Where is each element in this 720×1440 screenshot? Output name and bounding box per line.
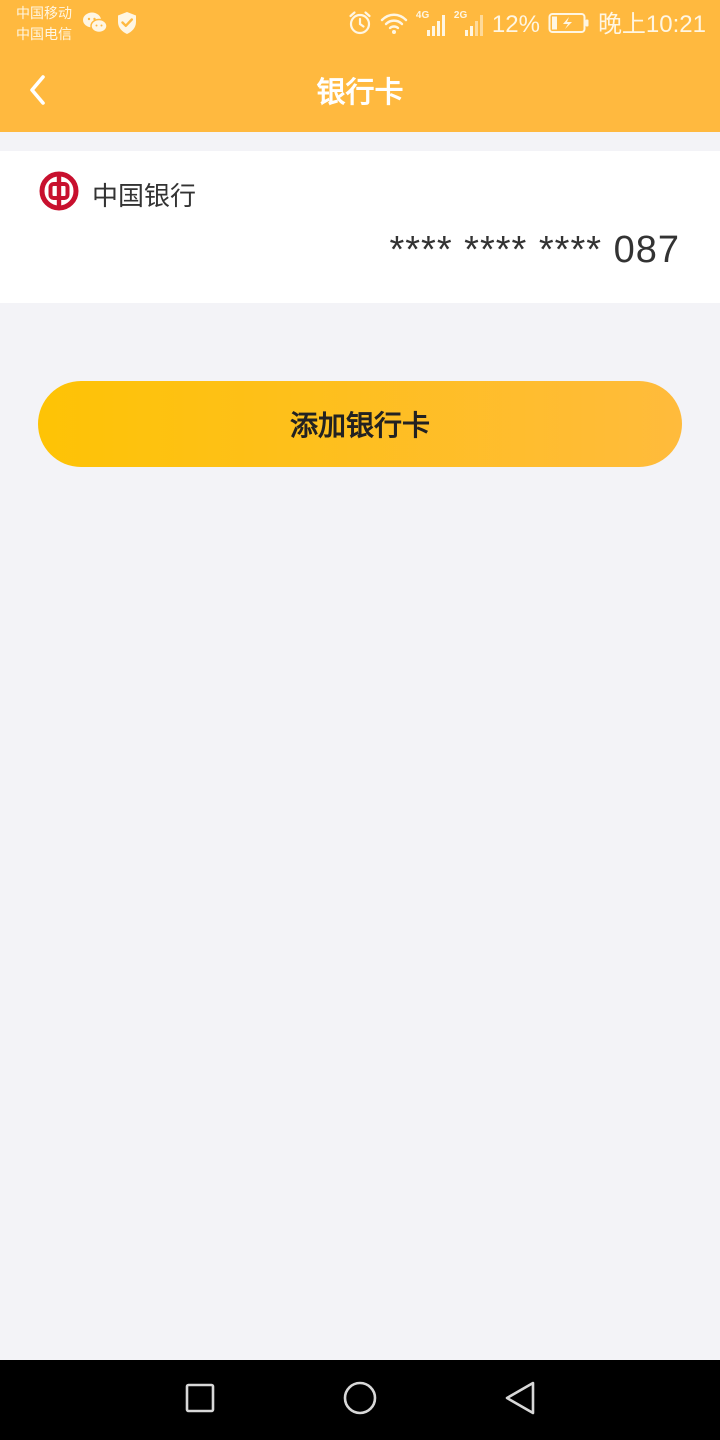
- bank-name: 中国银行: [92, 182, 197, 212]
- bank-card-item[interactable]: 中国银行 **** **** **** 087: [0, 151, 720, 303]
- back-triangle-icon: [503, 1380, 537, 1420]
- system-nav-bar: [0, 1360, 720, 1440]
- alarm-icon: [348, 10, 372, 40]
- signal-icon: 2G: [454, 10, 484, 38]
- status-indicators: 4G 2G 12% 晚上10:21: [348, 10, 706, 40]
- carrier-2: 中国电信: [16, 27, 72, 43]
- battery-percentage: 12%: [491, 11, 540, 38]
- home-button[interactable]: [340, 1380, 380, 1420]
- battery-charging-icon: [548, 11, 590, 39]
- signal-icon: 4G: [416, 10, 446, 38]
- recents-button[interactable]: [180, 1380, 220, 1420]
- add-bank-card-button[interactable]: 添加银行卡: [38, 381, 682, 467]
- add-bank-card-label: 添加银行卡: [289, 409, 430, 442]
- clock: 晚上10:21: [597, 11, 706, 38]
- page-title: 银行卡: [316, 75, 404, 109]
- carrier-info: 中国移动 中国电信: [16, 4, 72, 46]
- recents-square-icon: [184, 1382, 216, 1418]
- home-circle-icon: [342, 1380, 378, 1420]
- wechat-icon: [82, 11, 108, 39]
- notification-icons: [82, 11, 138, 39]
- header: 银行卡: [0, 52, 720, 132]
- bank-of-china-logo-icon: [39, 171, 79, 211]
- carrier-1: 中国移动: [16, 6, 72, 22]
- back-nav-button[interactable]: [500, 1380, 540, 1420]
- status-bar: 中国移动 中国电信 4G 2G 12% 晚上10:21: [0, 0, 720, 52]
- card-number: **** **** **** 087: [389, 229, 680, 271]
- wifi-icon: [380, 11, 408, 39]
- shield-check-icon: [116, 11, 138, 39]
